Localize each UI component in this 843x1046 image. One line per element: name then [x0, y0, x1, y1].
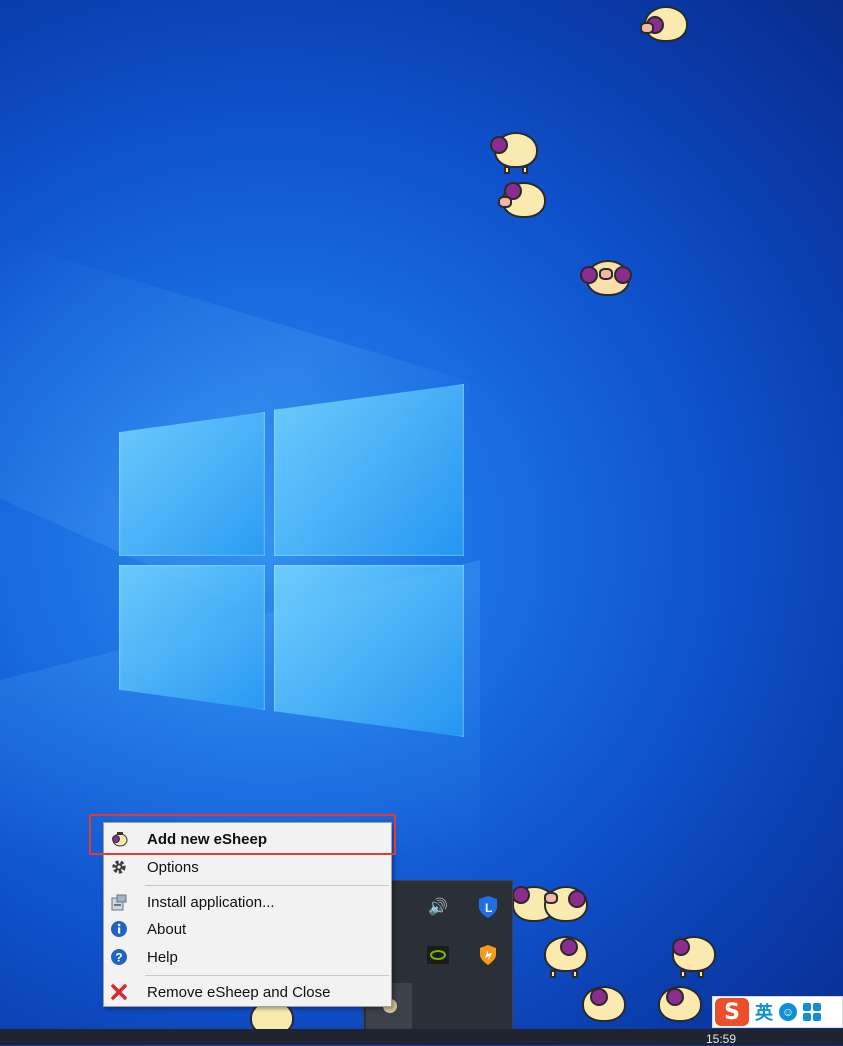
esheep-sprite[interactable]: [538, 932, 590, 980]
nvidia-icon[interactable]: [426, 943, 450, 967]
menu-item-label: Install application...: [147, 893, 275, 911]
menu-separator: [145, 885, 389, 886]
esheep-sprite[interactable]: [576, 982, 628, 1030]
esheep-sprite[interactable]: [580, 256, 632, 304]
speaker-icon[interactable]: 🔊: [426, 895, 450, 919]
svg-text:L: L: [485, 901, 492, 915]
help-icon: ?: [110, 948, 128, 966]
menu-item-label: About: [147, 920, 187, 938]
taskbar-clock[interactable]: 15:59: [706, 1032, 736, 1046]
ime-toolbar[interactable]: S 英 ☺: [712, 996, 843, 1028]
menu-item-options[interactable]: Options: [104, 854, 391, 880]
l-shield-icon[interactable]: L: [476, 895, 500, 919]
esheep-sprite[interactable]: [496, 178, 548, 226]
close-x-icon: [110, 983, 128, 1001]
menu-item-about[interactable]: About: [104, 916, 391, 942]
info-icon: [110, 920, 128, 938]
menu-item-remove-and-close[interactable]: Remove eSheep and Close: [104, 979, 391, 1005]
menu-item-label: Remove eSheep and Close: [147, 983, 331, 1001]
esheep-sprite[interactable]: [488, 128, 540, 176]
menu-item-help[interactable]: ? Help: [104, 944, 391, 970]
esheep-sprite[interactable]: [652, 982, 704, 1030]
annotation-highlight-box: [89, 814, 396, 855]
esheep-sprite[interactable]: [666, 932, 718, 980]
ime-mode-toggle[interactable]: 英: [755, 999, 773, 1025]
menu-separator: [145, 975, 389, 976]
orange-shield-icon[interactable]: [476, 943, 500, 967]
gear-icon: [110, 858, 128, 876]
toolbox-grid-icon[interactable]: [803, 1003, 821, 1021]
menu-item-install-application[interactable]: Install application...: [104, 889, 391, 915]
esheep-sprite[interactable]: [538, 882, 590, 930]
emoji-icon[interactable]: ☺: [779, 1003, 797, 1021]
svg-text:?: ?: [115, 951, 122, 965]
install-icon: [110, 893, 128, 911]
menu-item-label: Help: [147, 948, 178, 966]
menu-item-label: Options: [147, 858, 199, 876]
sogou-logo-icon[interactable]: S: [715, 998, 749, 1026]
esheep-sprite[interactable]: [638, 2, 690, 50]
